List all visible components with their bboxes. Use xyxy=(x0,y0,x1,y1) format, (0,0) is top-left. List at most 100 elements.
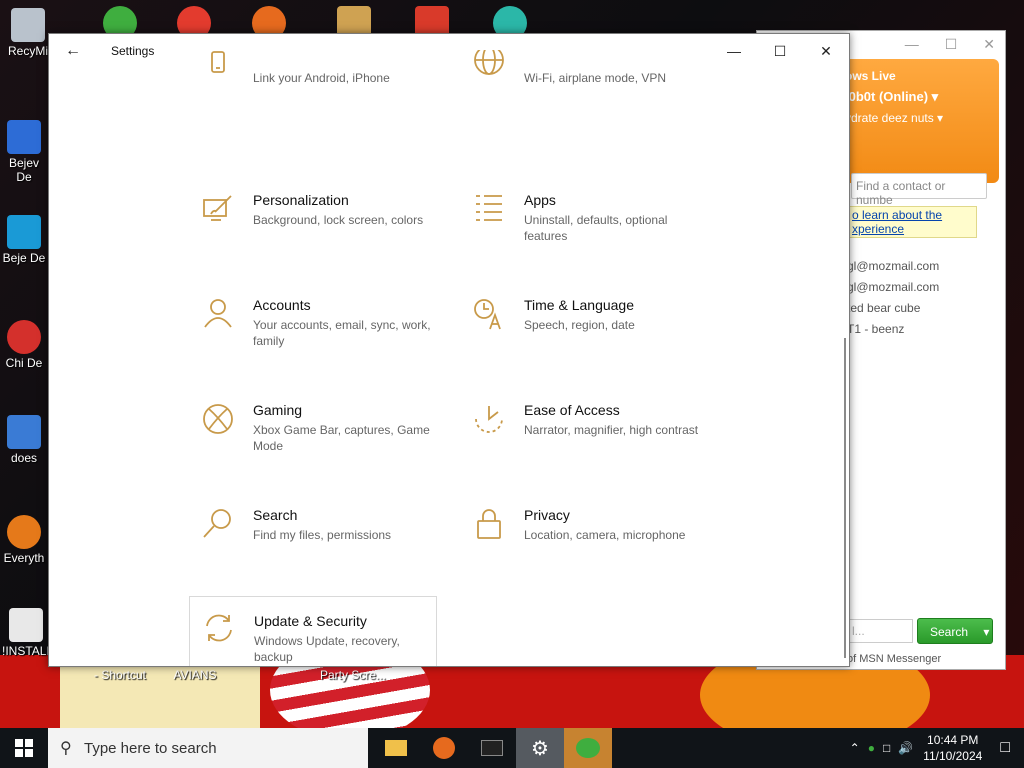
msn-buddy-icon xyxy=(576,738,600,758)
tile-network[interactable]: Wi-Fi, airplane mode, VPN xyxy=(460,45,708,134)
close-icon[interactable]: ✕ xyxy=(983,36,995,53)
list-item[interactable]: ted bear cube xyxy=(847,298,939,319)
window-title: Settings xyxy=(111,44,155,58)
folder-icon xyxy=(385,740,407,756)
network-icon[interactable]: □ xyxy=(883,741,890,755)
taskbar-settings[interactable]: ⚙ xyxy=(516,728,564,768)
chevron-up-icon[interactable]: ⌃ xyxy=(850,741,860,755)
desktop-icon-bejeweled-2[interactable]: Beje De xyxy=(0,215,48,265)
tile-description: Background, lock screen, colors xyxy=(253,213,424,227)
desktop-icon-label: Beje De xyxy=(2,251,46,265)
volume-icon[interactable]: 🔊 xyxy=(898,741,913,755)
close-icon: ✕ xyxy=(820,42,832,59)
tile-title: Personalization xyxy=(253,192,349,208)
minimize-icon[interactable]: — xyxy=(905,36,919,52)
msn-promo-link[interactable]: o learn about the xyxy=(852,208,942,222)
minimize-button[interactable]: — xyxy=(711,34,757,68)
desktop-icon-chrome[interactable]: Chi De xyxy=(0,320,48,370)
chrome-icon xyxy=(7,320,41,354)
desktop-icon-everything[interactable]: Everyth xyxy=(0,515,48,565)
refresh-icon xyxy=(202,611,236,645)
desktop-icon-install[interactable]: !INSTALL xyxy=(2,608,54,658)
person-icon xyxy=(201,297,235,331)
scrollbar[interactable] xyxy=(844,338,846,658)
list-item[interactable]: T1 - beenz xyxy=(847,319,939,340)
tile-update-security[interactable]: Update & Security Windows Update, recove… xyxy=(189,596,437,666)
msn-contact-search-input[interactable]: Find a contact or numbe xyxy=(851,173,987,207)
tile-title: Time & Language xyxy=(524,297,634,313)
terminal-icon xyxy=(481,740,503,756)
tile-title: Privacy xyxy=(524,507,570,523)
maximize-icon[interactable]: ☐ xyxy=(945,36,958,53)
text-file-icon xyxy=(9,608,43,642)
search-icon: ⚲ xyxy=(60,740,72,757)
taskbar-file-explorer[interactable] xyxy=(372,728,420,768)
tile-personalization[interactable]: Personalization Background, lock screen,… xyxy=(189,192,437,276)
desktop-icon-does[interactable]: does xyxy=(0,415,48,465)
tile-privacy[interactable]: Privacy Location, camera, microphone xyxy=(460,507,708,591)
desktop-icon-label: Chi De xyxy=(5,356,43,370)
minimize-icon: — xyxy=(727,43,741,59)
clock[interactable]: 10:44 PM 11/10/2024 xyxy=(923,732,982,764)
tile-apps[interactable]: Apps Uninstall, defaults, optional featu… xyxy=(460,192,708,276)
maximize-icon: ☐ xyxy=(773,42,787,59)
tile-gaming[interactable]: Gaming Xbox Game Bar, captures, Game Mod… xyxy=(189,402,437,486)
tile-time-language[interactable]: Time & Language Speech, region, date xyxy=(460,297,708,381)
msn-web-search-input[interactable]: l... xyxy=(847,619,913,643)
desktop-icon-label: AVIANS xyxy=(173,668,217,682)
tile-description: Link your Android, iPhone xyxy=(253,71,390,85)
tile-description: Wi-Fi, airplane mode, VPN xyxy=(524,71,667,85)
tile-description: Your accounts, email, sync, work, family xyxy=(253,318,431,348)
tile-accounts[interactable]: Accounts Your accounts, email, sync, wor… xyxy=(189,297,437,381)
desktop-icon-party[interactable]: Party Scre... xyxy=(318,668,388,682)
taskbar-search-box[interactable]: ⚲ Type here to search xyxy=(48,728,368,768)
msn-promo-banner[interactable]: o learn about the xperience xyxy=(847,206,977,238)
desktop-icon-shortcut[interactable]: - Shortcut xyxy=(90,668,150,682)
tile-phone[interactable]: Link your Android, iPhone xyxy=(189,50,437,134)
firefox-icon xyxy=(433,737,455,759)
desktop-icon-label: !INSTALL xyxy=(2,644,54,658)
taskbar-terminal[interactable] xyxy=(468,728,516,768)
bejeweled-icon xyxy=(7,215,41,249)
tile-description: Narrator, magnifier, high contrast xyxy=(524,423,699,437)
msn-search-button[interactable]: Search ▾ xyxy=(917,618,993,644)
chevron-down-icon[interactable]: ▾ xyxy=(983,625,989,639)
tile-ease-of-access[interactable]: Ease of Access Narrator, magnifier, high… xyxy=(460,402,708,486)
taskbar-search-placeholder: Type here to search xyxy=(84,739,217,757)
desktop-icon-label: Bejev De xyxy=(8,156,40,184)
globe-icon xyxy=(472,45,506,84)
tile-search[interactable]: Search Find my files, permissions xyxy=(189,507,437,591)
close-button[interactable]: ✕ xyxy=(803,34,849,68)
tile-description: Speech, region, date xyxy=(524,318,635,332)
everything-search-icon xyxy=(7,515,41,549)
phone-icon xyxy=(201,50,235,84)
tile-title: Apps xyxy=(524,192,556,208)
taskbar-msn[interactable] xyxy=(564,728,612,768)
msn-personal-message[interactable]: ydrate deez nuts ▾ xyxy=(845,111,999,125)
windows-logo-icon xyxy=(15,739,33,757)
desktop-icon-label: Everyth xyxy=(3,551,45,565)
tile-description: Windows Update, recovery, backup xyxy=(254,634,400,664)
taskbar: ⚲ Type here to search ⚙ ⌃ ● □ 🔊 10:44 PM… xyxy=(0,728,1024,768)
recycle-bin-icon xyxy=(11,8,45,42)
msn-brand: ows Live xyxy=(845,69,896,83)
taskbar-firefox[interactable] xyxy=(420,728,468,768)
desktop-icon-recycle-bin[interactable]: RecyMi xyxy=(4,8,52,58)
msn-user-status[interactable]: l0b0t (Online) ▾ xyxy=(845,89,999,105)
system-tray: ⌃ ● □ 🔊 10:44 PM 11/10/2024 □ xyxy=(850,728,1024,768)
list-item[interactable]: gl@mozmail.com xyxy=(847,277,939,298)
msn-contact-list: gl@mozmail.com gl@mozmail.com ted bear c… xyxy=(847,256,939,340)
desktop-icon-label: - Shortcut xyxy=(93,668,147,682)
notification-icon[interactable]: □ xyxy=(1000,739,1010,757)
list-item[interactable]: gl@mozmail.com xyxy=(847,256,939,277)
ease-of-access-icon xyxy=(472,402,506,436)
msn-footer-text: of MSN Messenger xyxy=(847,653,942,665)
msn-tray-icon[interactable]: ● xyxy=(868,741,875,755)
start-button[interactable] xyxy=(0,728,48,768)
maximize-button[interactable]: ☐ xyxy=(757,34,803,68)
msn-promo-link-2[interactable]: xperience xyxy=(852,222,904,236)
back-button[interactable]: ← xyxy=(49,42,97,60)
settings-home: Link your Android, iPhone Wi-Fi, airplan… xyxy=(49,45,849,666)
desktop-icon-avians[interactable]: AVIANS xyxy=(170,668,220,682)
desktop-icon-bejeweled[interactable]: Bejev De xyxy=(0,120,48,184)
